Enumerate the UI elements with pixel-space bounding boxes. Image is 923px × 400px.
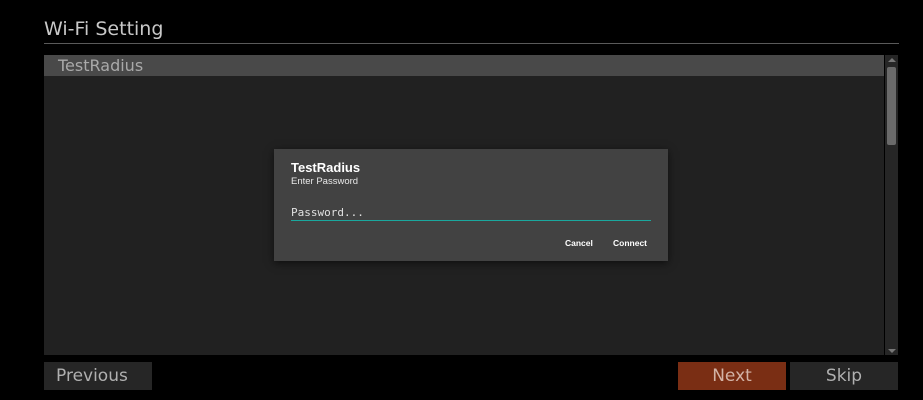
skip-button[interactable]: Skip bbox=[790, 362, 898, 390]
scroll-up-icon[interactable] bbox=[885, 55, 898, 64]
password-input[interactable] bbox=[291, 204, 651, 221]
dialog-message: Enter Password bbox=[291, 176, 359, 187]
dialog-title: TestRadius bbox=[291, 160, 361, 175]
previous-button[interactable]: Previous bbox=[44, 362, 152, 390]
scroll-down-icon[interactable] bbox=[885, 346, 898, 355]
next-button[interactable]: Next bbox=[678, 362, 786, 390]
wifi-setting-screen: Wi-Fi Setting TestRadius TestRadius Ente… bbox=[0, 0, 923, 400]
cancel-button[interactable]: Cancel bbox=[565, 238, 593, 248]
scrollbar-thumb[interactable] bbox=[887, 67, 896, 145]
network-list-item[interactable]: TestRadius bbox=[44, 55, 884, 76]
connect-button[interactable]: Connect bbox=[613, 238, 647, 248]
password-dialog: TestRadius Enter Password Cancel Connect bbox=[274, 149, 668, 261]
network-ssid-label: TestRadius bbox=[58, 56, 144, 75]
title-divider bbox=[44, 43, 899, 44]
page-title: Wi-Fi Setting bbox=[44, 18, 164, 40]
list-scrollbar[interactable] bbox=[885, 55, 898, 355]
